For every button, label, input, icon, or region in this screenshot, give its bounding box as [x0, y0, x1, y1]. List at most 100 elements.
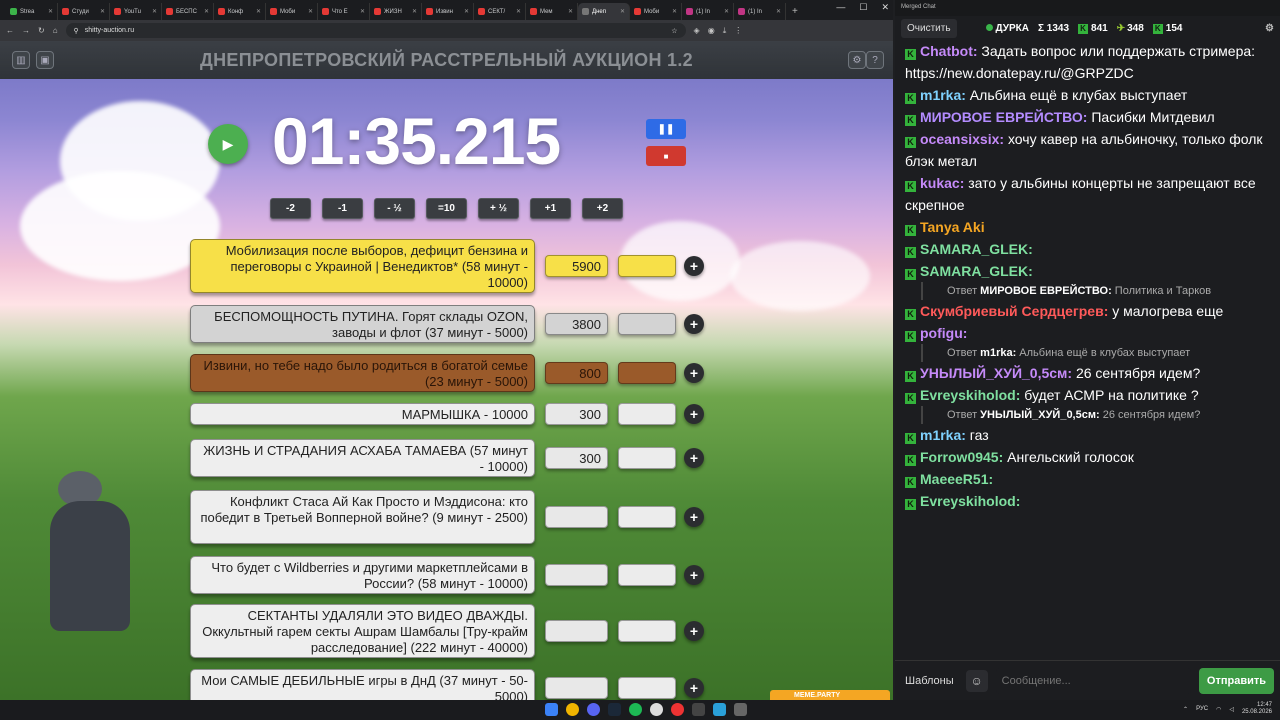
- browser-tab[interactable]: YouTu ✕: [110, 3, 162, 20]
- chat-username[interactable]: Forrow0945:: [920, 449, 1003, 465]
- browser-tab[interactable]: Студи ✕: [58, 3, 110, 20]
- lot-name[interactable]: Мои САМЫЕ ДЕБИЛЬНЫЕ игры в ДнД (37 минут…: [190, 669, 535, 700]
- close-icon[interactable]: ✕: [881, 2, 889, 13]
- add-bid-button[interactable]: +: [684, 256, 704, 276]
- browser-tab[interactable]: ЖИЗН ✕: [370, 3, 422, 20]
- spotify-icon[interactable]: [629, 703, 642, 716]
- send-button[interactable]: Отправить: [1198, 667, 1274, 694]
- stop-button[interactable]: ■: [646, 146, 686, 166]
- windows-start-icon[interactable]: [545, 703, 558, 716]
- lot-name[interactable]: МАРМЫШКА - 10000: [190, 403, 535, 425]
- browser-tab[interactable]: Конф ✕: [214, 3, 266, 20]
- app-icon[interactable]: [734, 703, 747, 716]
- chat-username[interactable]: МИРОВОЕ ЕВРЕЙСТВО:: [920, 109, 1087, 125]
- tab-close-icon[interactable]: ✕: [620, 8, 625, 15]
- lot-amount[interactable]: 5900: [545, 255, 608, 277]
- save-icon[interactable]: ▣: [36, 51, 54, 69]
- lot-amount[interactable]: 300: [545, 447, 608, 469]
- chat-username[interactable]: MaeeeR51:: [920, 471, 993, 487]
- browser-tab[interactable]: Днеп ✕: [578, 3, 630, 20]
- tab-close-icon[interactable]: ✕: [204, 8, 209, 15]
- tab-close-icon[interactable]: ✕: [672, 8, 677, 15]
- chrome-icon[interactable]: [566, 703, 579, 716]
- download-icon[interactable]: ⤓: [723, 26, 727, 36]
- time-adjust-button[interactable]: +1: [530, 198, 571, 219]
- home-icon[interactable]: ⌂: [53, 26, 58, 35]
- chat-username[interactable]: Chatbot:: [920, 43, 978, 59]
- lot-bid-input[interactable]: [618, 403, 676, 425]
- browser-tab[interactable]: Моби ✕: [630, 3, 682, 20]
- lot-name[interactable]: Конфликт Стаса Ай Как Просто и Мэддисона…: [190, 490, 535, 544]
- chat-username[interactable]: Скумбриевый Сердцегрев:: [920, 303, 1108, 319]
- volume-icon[interactable]: ◁: [1229, 706, 1234, 713]
- browser-tab[interactable]: СЕКТ/ ✕: [474, 3, 526, 20]
- tab-close-icon[interactable]: ✕: [516, 8, 521, 15]
- language-indicator[interactable]: РУС: [1196, 706, 1208, 712]
- chat-username[interactable]: SAMARA_GLEK:: [920, 263, 1033, 279]
- new-tab-button[interactable]: +: [786, 3, 804, 20]
- add-bid-button[interactable]: +: [684, 314, 704, 334]
- chat-username[interactable]: SAMARA_GLEK:: [920, 241, 1033, 257]
- steam-icon[interactable]: [608, 703, 621, 716]
- forward-icon[interactable]: →: [22, 26, 30, 35]
- url-field[interactable]: ⚲ shitty-auction.ru ☆: [65, 23, 686, 38]
- play-button[interactable]: ▶: [208, 124, 248, 164]
- lot-bid-input[interactable]: [618, 313, 676, 335]
- browser-tab[interactable]: Мем ✕: [526, 3, 578, 20]
- add-bid-button[interactable]: +: [684, 448, 704, 468]
- back-icon[interactable]: ←: [6, 26, 14, 35]
- discord-icon[interactable]: [587, 703, 600, 716]
- lot-name[interactable]: БЕСПОМОЩНОСТЬ ПУТИНА. Горят склады OZON,…: [190, 305, 535, 343]
- message-input[interactable]: [995, 667, 1191, 694]
- add-bid-button[interactable]: +: [684, 565, 704, 585]
- bookmark-star-icon[interactable]: ☆: [671, 27, 677, 35]
- app-icon[interactable]: [671, 703, 684, 716]
- tab-close-icon[interactable]: ✕: [308, 8, 313, 15]
- app-icon[interactable]: [692, 703, 705, 716]
- chat-username[interactable]: m1rka:: [920, 427, 966, 443]
- wifi-icon[interactable]: ◠: [1216, 706, 1221, 713]
- templates-button[interactable]: Шаблоны: [901, 669, 958, 693]
- tab-close-icon[interactable]: ✕: [724, 8, 729, 15]
- add-bid-button[interactable]: +: [684, 507, 704, 527]
- chat-username[interactable]: kukac:: [920, 175, 964, 191]
- menu-icon[interactable]: ⋮: [734, 26, 742, 35]
- sidebar-toggle-icon[interactable]: ▥: [12, 51, 30, 69]
- lot-bid-input[interactable]: [618, 677, 676, 699]
- maximize-icon[interactable]: ☐: [859, 2, 867, 13]
- time-adjust-button[interactable]: + ½: [478, 198, 519, 219]
- lot-bid-input[interactable]: [618, 447, 676, 469]
- pause-button[interactable]: ❚❚: [646, 119, 686, 139]
- browser-tab[interactable]: БЕСПС ✕: [162, 3, 214, 20]
- browser-tab[interactable]: Извин ✕: [422, 3, 474, 20]
- add-bid-button[interactable]: +: [684, 678, 704, 698]
- tray-arrow-icon[interactable]: ⌃: [1183, 706, 1188, 713]
- tab-close-icon[interactable]: ✕: [568, 8, 573, 15]
- lot-bid-input[interactable]: [618, 362, 676, 384]
- tab-close-icon[interactable]: ✕: [256, 8, 261, 15]
- tab-close-icon[interactable]: ✕: [776, 8, 781, 15]
- tab-close-icon[interactable]: ✕: [100, 8, 105, 15]
- obs-icon[interactable]: [650, 703, 663, 716]
- chat-username[interactable]: Evreyskiholod:: [920, 387, 1020, 403]
- chat-username[interactable]: pofigu:: [920, 325, 967, 341]
- chat-username[interactable]: Evreyskiholod:: [920, 493, 1020, 509]
- tab-close-icon[interactable]: ✕: [360, 8, 365, 15]
- lot-amount[interactable]: [545, 564, 608, 586]
- emoji-icon[interactable]: ☺: [965, 669, 988, 692]
- minimize-icon[interactable]: —: [836, 2, 845, 13]
- clear-chat-button[interactable]: Очистить: [901, 18, 957, 38]
- site-info-icon[interactable]: ⚲: [74, 27, 79, 35]
- lot-bid-input[interactable]: [618, 564, 676, 586]
- browser-tab[interactable]: Strea ✕: [6, 3, 58, 20]
- browser-tab[interactable]: Что Е ✕: [318, 3, 370, 20]
- time-adjust-button[interactable]: =10: [426, 198, 467, 219]
- chat-username[interactable]: Tanya Aki: [920, 219, 985, 235]
- lot-amount[interactable]: [545, 677, 608, 699]
- chat-username[interactable]: m1rka:: [920, 87, 966, 103]
- browser-tab[interactable]: Моби ✕: [266, 3, 318, 20]
- tab-close-icon[interactable]: ✕: [152, 8, 157, 15]
- lot-name[interactable]: Что будет с Wildberries и другими маркет…: [190, 556, 535, 594]
- extension-icon[interactable]: ◈: [694, 26, 700, 35]
- chat-username[interactable]: УНЫЛЫЙ_ХУЙ_0,5см:: [920, 365, 1072, 381]
